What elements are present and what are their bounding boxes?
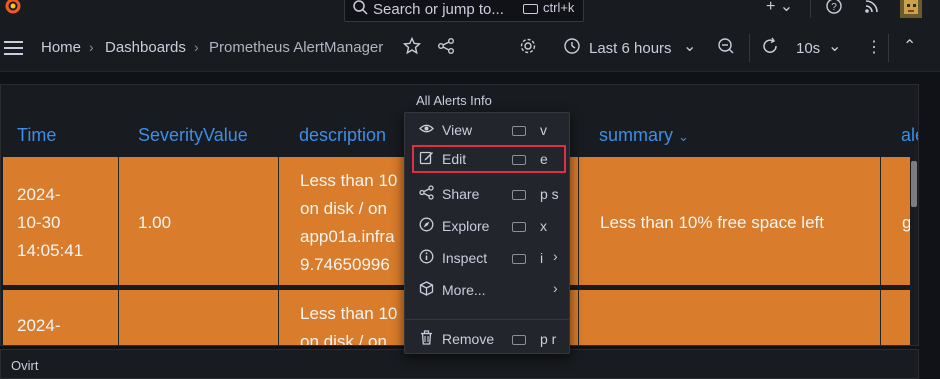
cube-icon <box>419 281 434 296</box>
menu-item-remove[interactable]: Remove p r <box>405 325 569 353</box>
column-header-description[interactable]: description <box>299 125 386 146</box>
svg-text:?: ? <box>831 2 837 13</box>
add-new-icon[interactable]: + ⌄ <box>766 0 793 16</box>
menu-icon[interactable] <box>4 41 23 55</box>
cell-summary: Less than 10% free space left <box>579 157 881 285</box>
chevron-up-icon[interactable]: ⌃ <box>903 36 916 56</box>
column-header-severity[interactable]: SeverityValue <box>138 125 248 146</box>
zoom-out-icon[interactable] <box>717 37 735 55</box>
menu-item-shortcut: p r <box>540 331 557 347</box>
panel-title: Ovirt <box>11 358 39 373</box>
search-placeholder: Search or jump to... <box>373 1 504 18</box>
chevron-down-icon[interactable]: ⌄ <box>828 36 841 56</box>
search-shortcut: ctrl+k <box>543 0 575 15</box>
keyboard-icon <box>512 126 526 136</box>
menu-item-shortcut: p s <box>540 186 559 202</box>
menu-item-shortcut: e <box>540 151 548 167</box>
chevron-right-icon: › <box>553 280 558 296</box>
dashboard-navbar: Home › Dashboards › Prometheus AlertMana… <box>0 22 940 72</box>
compass-icon <box>419 217 434 232</box>
menu-item-shortcut: i <box>540 250 544 266</box>
table-scrollbar[interactable] <box>910 155 918 345</box>
trash-icon <box>419 330 434 345</box>
menu-item-more[interactable]: More... › <box>405 276 569 304</box>
divider <box>810 0 811 18</box>
cell-time: 2024- 10-30 14:05:41 <box>3 157 119 285</box>
menu-item-label: Explore <box>442 218 490 234</box>
menu-item-inspect[interactable]: Inspect i › <box>405 244 569 272</box>
gear-icon[interactable] <box>519 37 537 55</box>
cell-summary <box>579 290 881 345</box>
page-title: Prometheus AlertManager <box>209 39 384 56</box>
grafana-logo-icon[interactable] <box>4 0 22 16</box>
breadcrumb-home[interactable]: Home <box>41 39 81 56</box>
chevron-right-icon: › <box>89 39 94 55</box>
keyboard-icon <box>512 190 526 200</box>
panel-context-menu: View v Edit e Share p s Explore x Inspec… <box>404 112 570 354</box>
refresh-interval[interactable]: 10s <box>796 40 820 57</box>
breadcrumb-dashboards[interactable]: Dashboards <box>105 39 186 56</box>
keyboard-icon <box>512 222 526 232</box>
keyboard-icon <box>512 155 526 165</box>
column-header-alertname[interactable]: ale <box>901 125 918 146</box>
column-header-summary[interactable]: summary ⌄ <box>599 125 689 146</box>
eye-icon <box>419 121 434 136</box>
refresh-icon[interactable] <box>761 37 779 55</box>
menu-item-label: Share <box>442 186 480 202</box>
panel-title[interactable]: All Alerts Info <box>416 93 492 108</box>
menu-item-shortcut: x <box>540 218 547 234</box>
cell-severity: 1.00 <box>119 157 279 285</box>
column-header-summary-label: summary <box>599 125 674 145</box>
search-icon <box>353 0 368 15</box>
share-icon[interactable] <box>437 37 455 55</box>
search-bar[interactable]: Search or jump to... ctrl+k <box>344 0 584 22</box>
menu-item-label: View <box>442 122 473 138</box>
menu-item-label: Remove <box>442 331 495 347</box>
menu-item-label: Edit <box>442 151 467 167</box>
cell-alertname <box>881 290 911 345</box>
cell-severity <box>119 290 279 345</box>
column-header-time[interactable]: Time <box>17 125 56 146</box>
share-icon <box>419 185 434 200</box>
scrollbar-thumb[interactable] <box>911 161 917 207</box>
divider <box>749 34 750 62</box>
rss-icon[interactable] <box>864 0 880 14</box>
menu-item-explore[interactable]: Explore x <box>405 212 569 240</box>
menu-item-label: Inspect <box>442 250 488 266</box>
clock-icon[interactable] <box>563 37 581 55</box>
avatar[interactable] <box>900 0 922 18</box>
cell-time: 2024- <box>3 290 119 345</box>
keyboard-icon <box>512 254 526 264</box>
edit-icon <box>419 150 434 165</box>
menu-item-edit[interactable]: Edit e <box>412 145 566 173</box>
top-bar: Search or jump to... ctrl+k + ⌄ ? <box>0 0 940 22</box>
menu-item-view[interactable]: View v <box>405 116 569 144</box>
menu-item-share[interactable]: Share p s <box>405 180 569 208</box>
info-icon <box>419 249 434 264</box>
menu-item-label: More... <box>442 282 486 298</box>
keyboard-icon <box>523 4 538 14</box>
more-vertical-icon[interactable]: ⋮ <box>866 37 882 57</box>
menu-item-shortcut: v <box>540 122 547 138</box>
keyboard-icon <box>512 335 526 345</box>
cell-alertname: g <box>902 213 911 232</box>
divider <box>888 34 889 62</box>
chevron-down-icon[interactable]: ⌄ <box>683 36 696 56</box>
menu-divider <box>405 319 569 320</box>
time-range-picker[interactable]: Last 6 hours <box>589 40 672 57</box>
chevron-right-icon: › <box>553 248 558 264</box>
chevron-right-icon: › <box>194 39 199 55</box>
chevron-down-icon: ⌄ <box>678 129 689 144</box>
star-icon[interactable] <box>403 37 421 55</box>
help-icon[interactable]: ? <box>826 0 842 14</box>
